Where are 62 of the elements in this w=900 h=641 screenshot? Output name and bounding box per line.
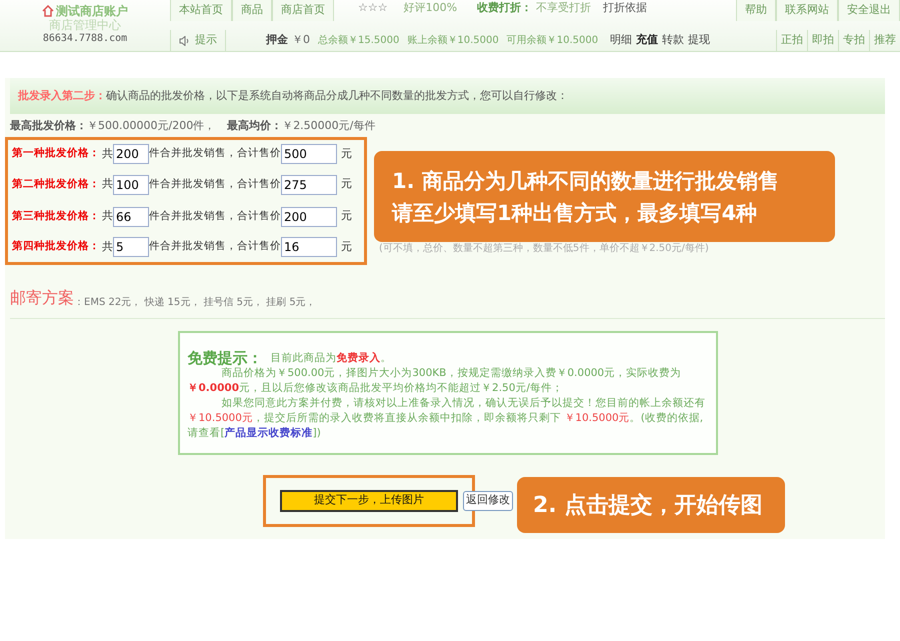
callout-text: 请至少填写1种出售方式，最多填写4种: [392, 200, 758, 226]
currency-unit: 元: [341, 176, 352, 192]
house-icon: [42, 5, 54, 17]
shop-name: 测试商店账户: [56, 4, 128, 18]
quantity-prefix: 共: [102, 176, 113, 192]
fee-standard-link[interactable]: 产品显示收费标准: [224, 426, 313, 438]
quantity-suffix: 件合并批发销售，合计售价: [149, 176, 281, 192]
quantity-prefix: 共: [102, 238, 113, 255]
callout-text: 1. 商品分为几种不同的数量进行批发销售: [392, 168, 780, 194]
balance-text: 总余额￥15.5000: [318, 34, 400, 48]
discount-value: 不享受打折: [536, 0, 592, 16]
total-price-input[interactable]: 200: [281, 206, 337, 226]
quantity-input[interactable]: 66: [113, 206, 149, 226]
quantity-suffix: 件合并批发销售，合计售价: [149, 146, 281, 162]
balance-text: 账上余额￥10.5000: [407, 34, 499, 48]
quantity-suffix: 件合并批发销售，合计售价: [149, 208, 281, 224]
quantity-input[interactable]: 100: [113, 174, 149, 194]
quantity-input[interactable]: 200: [113, 144, 149, 164]
account-link[interactable]: 充值: [636, 32, 658, 49]
shop-subtitle: 商店管理中心: [49, 18, 121, 32]
account-link[interactable]: 明细: [610, 32, 632, 49]
quantity-prefix: 共: [102, 146, 113, 162]
currency-unit: 元: [341, 208, 352, 224]
deposit-value: ￥0: [292, 32, 310, 48]
deposit-label: 押金: [266, 32, 288, 48]
currency-unit: 元: [341, 238, 352, 255]
avg-price-value: ￥2.50000元/每件: [282, 118, 376, 134]
callout-text: 2. 点击提交，开始传图: [533, 492, 764, 520]
rating-stars: ☆☆☆: [358, 0, 388, 16]
total-price-input[interactable]: 16: [281, 237, 337, 257]
price-tier-label: 第一种批发价格：: [12, 146, 101, 162]
fee-paragraph: 如果您同意此方案并付费，请核对以上准备录入情况，确认无误后予以提交！您目前的帐上余额还有 ￥10.5000元，提交后所需的录入收费将直接从余额中扣除，即余额将只剩下 ￥10.5000元。(收费的依据,请查看[产品显示收费标准]): [188, 396, 706, 440]
discount-label: 收费打折：: [477, 0, 532, 16]
speaker-icon: [179, 36, 191, 46]
price-tier-label: 第四种批发价格：: [12, 239, 101, 254]
step-text: 确认商品的批发价格，以下是系统自动将商品分成几种不同数量的批发方式，您可以自行修改：: [106, 88, 568, 104]
currency-unit: 元: [341, 146, 352, 162]
quantity-prefix: 共: [102, 208, 113, 224]
balance-text: 可用余额￥10.5000: [506, 34, 598, 48]
price-hint: (可不填，总价、数量不超第三种，数量不低5件，单价不超￥2.50元/每件): [379, 242, 709, 256]
account-link[interactable]: 转款: [662, 32, 684, 49]
avg-price-label: 最高均价：: [227, 118, 282, 134]
praise-rate: 好评100%: [404, 0, 458, 16]
shipping-options: ：EMS 22元， 快递 15元， 挂号信 5元， 挂刷 5元，: [74, 294, 316, 310]
account-link[interactable]: 提现: [688, 32, 710, 49]
fee-paragraph: 商品价格为￥500.00元，择图片大小为300KB，按规定需缴纳录入费￥0.0000元，实际收费为￥0.0000元，且以后您修改该商品批发平均价格均不能超过￥2.50元/每件；: [188, 366, 682, 396]
shipping-label: 邮寄方案: [10, 286, 74, 308]
step-label: 批发录入第二步：: [18, 88, 106, 104]
max-price-value: ￥500.00000元/200件，: [87, 118, 216, 134]
submit-button[interactable]: 提交下一步，上传图片: [280, 490, 458, 512]
total-price-input[interactable]: 500: [281, 144, 337, 164]
fee-notice-intro: 目前此商品为免费录入。: [270, 350, 392, 366]
back-button[interactable]: 返回修改: [463, 490, 513, 510]
quantity-input[interactable]: 5: [113, 237, 149, 257]
total-price-input[interactable]: 275: [281, 174, 337, 194]
discount-basis-link[interactable]: 打折依据: [603, 0, 648, 16]
quantity-suffix: 件合并批发销售，合计售价: [149, 239, 281, 254]
shop-domain: 86634.7788.com: [42, 32, 128, 46]
fee-notice-title: 免费提示：: [188, 350, 262, 366]
price-tier-label: 第三种批发价格：: [12, 208, 101, 224]
max-price-label: 最高批发价格：: [10, 118, 87, 134]
price-tier-label: 第二种批发价格：: [12, 176, 101, 192]
